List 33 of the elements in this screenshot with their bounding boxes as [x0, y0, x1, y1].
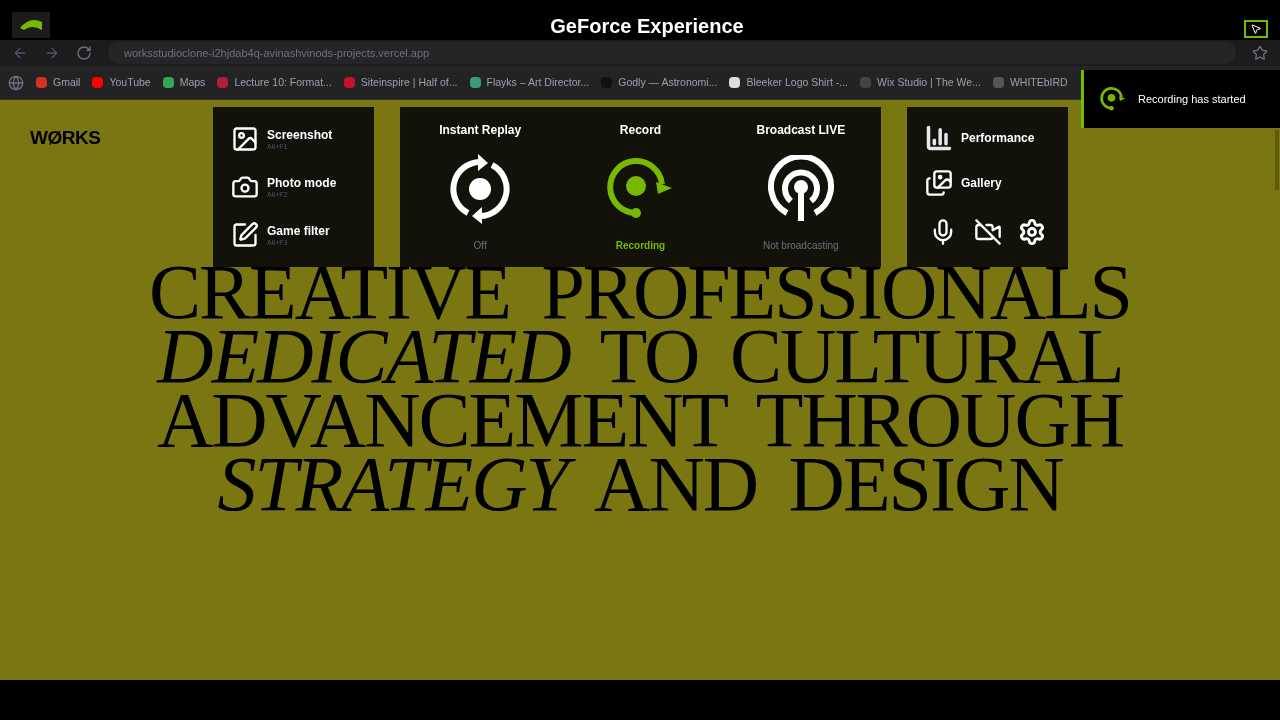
record-icon [1100, 86, 1126, 112]
bookmark-link[interactable]: Lecture 10: Format... [234, 74, 332, 91]
star-icon[interactable] [1252, 45, 1268, 61]
reload-icon[interactable] [76, 45, 92, 61]
image-icon [231, 125, 259, 153]
gallery-icon [925, 169, 953, 197]
app-logo-icon [12, 12, 50, 38]
bookmark-link[interactable]: YouTube [109, 74, 151, 91]
bookmark-link[interactable]: Siteinspire | Half of... [360, 74, 458, 91]
bookmark-link[interactable]: Flayks – Art Director... [486, 74, 590, 91]
bar-chart-icon [925, 123, 953, 152]
headline-line: STRATEGY AND DESIGN [217, 452, 1063, 516]
notification-text: Recording has started [1138, 91, 1246, 107]
cursor-button[interactable] [1244, 20, 1268, 38]
broadcast-icon [766, 154, 835, 223]
tool-link[interactable]: Gallery [925, 169, 1050, 197]
bookmark-link[interactable]: Godly — Astronomi... [618, 74, 718, 91]
forward-icon[interactable] [44, 45, 60, 61]
bookmark-link[interactable]: Gmail [53, 74, 81, 91]
headline-line: DEDICATED TO CULTURAL [157, 324, 1123, 388]
bookmark-link[interactable]: Maps [179, 74, 206, 91]
apps-icon[interactable] [8, 74, 24, 91]
address-bar[interactable]: worksstudioclone-i2hjdab4q-avinashvinods-projects.vercel.app [108, 42, 1236, 64]
bookmark-link[interactable]: Bleeker Logo Shirt -... [746, 74, 848, 91]
bookmark-link[interactable]: WHITEbIRD [1009, 74, 1068, 91]
headline-line: ADVANCEMENT THROUGH [156, 388, 1124, 452]
cursor-icon [1250, 23, 1262, 35]
window-title: GeForce Experience [550, 16, 744, 39]
site-logo: WØRKS [30, 127, 101, 148]
tool-link[interactable]: Performance [925, 123, 1050, 152]
replay-icon [448, 151, 513, 226]
bookmark-link[interactable]: Wix Studio | The We... [877, 74, 981, 91]
back-icon[interactable] [12, 45, 28, 61]
